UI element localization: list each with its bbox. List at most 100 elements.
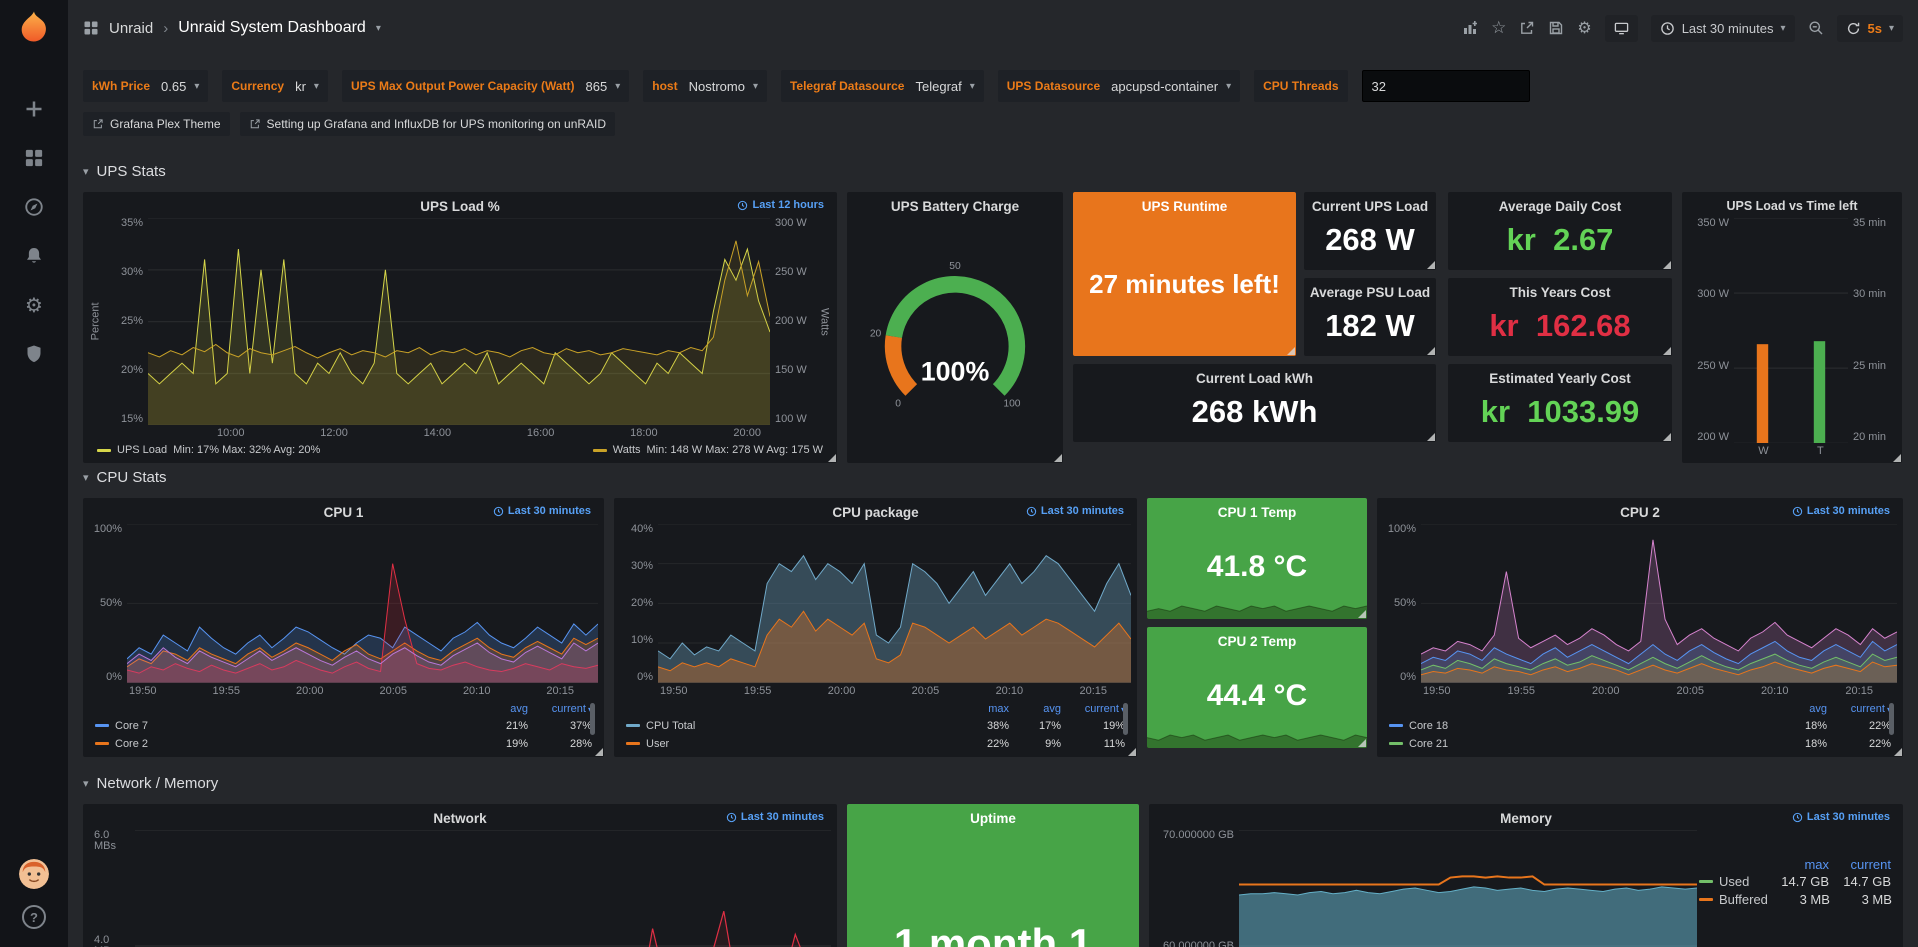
legend-series-toggle[interactable]: Core 2 <box>95 738 472 750</box>
legend-col-current[interactable]: current▾ <box>1061 703 1125 715</box>
time-range-picker[interactable]: Last 30 minutes ▾ <box>1651 15 1795 42</box>
panel-title[interactable]: Average Daily Cost <box>1448 199 1672 214</box>
link-ups-monitoring-guide[interactable]: Setting up Grafana and InfluxDB for UPS … <box>240 112 616 136</box>
chevron-down-icon: ▾ <box>615 81 620 92</box>
legend-series-toggle[interactable]: Buffered <box>1699 892 1768 907</box>
legend-series-toggle[interactable]: Core 7 <box>95 720 472 732</box>
panel-title[interactable]: Current UPS Load <box>1304 199 1436 214</box>
panel-uptime: Uptime 1 month 1 <box>847 804 1139 947</box>
cpu1-chart[interactable] <box>127 524 598 683</box>
panel-title[interactable]: UPS Load vs Time left <box>1726 199 1857 213</box>
panel-title[interactable]: UPS Load % <box>420 199 500 214</box>
chevron-down-icon: ▾ <box>753 81 758 92</box>
row-header-network-memory[interactable]: ▾ Network / Memory <box>83 770 1903 796</box>
legend-col-max[interactable]: max <box>1767 857 1829 872</box>
y-axis-title-right: Watts <box>818 218 831 425</box>
legend-scrollbar[interactable] <box>1889 703 1894 735</box>
legend-row: Core 18 18% 22% <box>1389 717 1891 735</box>
legend-item[interactable]: Watts Min: 148 W Max: 278 W Avg: 175 W <box>593 444 823 456</box>
tv-kiosk-button[interactable] <box>1605 15 1638 42</box>
variable-value-dropdown[interactable]: Telegraf▾ <box>913 79 983 94</box>
legend-item[interactable]: UPS Load Min: 17% Max: 32% Avg: 20% <box>97 444 320 456</box>
link-grafana-plex-theme[interactable]: Grafana Plex Theme <box>83 112 230 136</box>
stat-value: 182 W <box>1304 300 1436 356</box>
chevron-down-icon: ▾ <box>83 777 89 790</box>
legend-table: max current Used 14.7 GB 14.7 GB Buffere… <box>1697 830 1897 947</box>
series-color-dash <box>626 724 640 727</box>
panel-title[interactable]: CPU 2 Temp <box>1147 634 1367 649</box>
panel-title[interactable]: This Years Cost <box>1448 285 1672 300</box>
explore-compass-icon[interactable] <box>23 196 45 218</box>
panel-title[interactable]: CPU 2 <box>1620 505 1660 520</box>
avatar[interactable] <box>19 859 49 889</box>
legend-col-current[interactable]: current▾ <box>1827 703 1891 715</box>
panel-title[interactable]: Network <box>433 811 486 826</box>
panel-title[interactable]: CPU 1 <box>324 505 364 520</box>
help-icon[interactable]: ? <box>22 905 46 929</box>
alerting-bell-icon[interactable] <box>23 245 45 267</box>
create-plus-icon[interactable] <box>23 98 45 120</box>
row-header-cpu-stats[interactable]: ▾ CPU Stats <box>83 464 1903 490</box>
zoom-out-icon[interactable] <box>1808 20 1824 36</box>
variable-value-dropdown[interactable]: apcupsd-container▾ <box>1109 79 1240 94</box>
panel-title[interactable]: UPS Runtime <box>1073 199 1296 214</box>
network-chart[interactable] <box>135 830 831 947</box>
legend-col-avg[interactable]: avg <box>472 703 528 715</box>
ups-load-chart[interactable] <box>148 218 770 425</box>
admin-shield-icon[interactable] <box>23 343 45 365</box>
legend-col-max[interactable]: max <box>957 703 1009 715</box>
panel-title[interactable]: Estimated Yearly Cost <box>1448 371 1672 386</box>
memory-chart[interactable] <box>1239 830 1697 947</box>
legend-series-toggle[interactable]: Core 21 <box>1389 738 1771 750</box>
panel-title[interactable]: CPU 1 Temp <box>1147 505 1367 520</box>
panel-cpu-1: CPU 1 Last 30 minutes 0%50%100% 19:5019:… <box>83 498 604 757</box>
panel-title[interactable]: Average PSU Load <box>1304 285 1436 300</box>
main-content: Unraid › Unraid System Dashboard ▾ ☆ ⚙ L… <box>68 0 1918 947</box>
panel-title[interactable]: CPU package <box>832 505 918 520</box>
svg-text:50: 50 <box>949 261 961 272</box>
cpu2-temp-sparkline <box>1147 722 1367 748</box>
breadcrumb-folder[interactable]: Unraid <box>109 20 153 37</box>
add-panel-icon[interactable] <box>1462 20 1478 36</box>
variable-value-dropdown[interactable]: 865▾ <box>584 79 630 94</box>
legend-scrollbar[interactable] <box>590 703 595 735</box>
save-icon[interactable] <box>1548 20 1564 36</box>
panel-title[interactable]: Uptime <box>847 811 1139 826</box>
legend-row: CPU Total 38% 17% 19% <box>626 717 1125 735</box>
legend-row: Used 14.7 GB 14.7 GB <box>1699 872 1891 890</box>
cpu2-chart[interactable] <box>1421 524 1897 683</box>
legend-col-avg[interactable]: avg <box>1771 703 1827 715</box>
legend-col-avg[interactable]: avg <box>1009 703 1061 715</box>
configuration-gear-icon[interactable]: ⚙ <box>23 294 45 316</box>
grafana-logo[interactable] <box>16 10 52 46</box>
cpu1-temp-sparkline <box>1147 593 1367 619</box>
cpu-package-chart[interactable] <box>658 524 1131 683</box>
panel-title[interactable]: Memory <box>1500 811 1552 826</box>
panel-cpu-package: CPU package Last 30 minutes 0%10%20%30%4… <box>614 498 1137 757</box>
legend-series-toggle[interactable]: Used <box>1699 874 1767 889</box>
refresh-button[interactable]: 5s ▾ <box>1837 15 1904 42</box>
navbar-actions: ☆ ⚙ Last 30 minutes ▾ 5s ▾ <box>1462 15 1903 42</box>
cpu-threads-input[interactable] <box>1362 70 1530 102</box>
share-icon[interactable] <box>1519 20 1535 36</box>
legend-series-toggle[interactable]: Core 18 <box>1389 720 1771 732</box>
ups-vs-bars-chart[interactable] <box>1734 218 1848 443</box>
legend-series-toggle[interactable]: CPU Total <box>626 720 957 732</box>
dashboards-icon[interactable] <box>23 147 45 169</box>
ups-stat-cluster-left: Current UPS Load 268 W UPS Runtime 27 mi… <box>1073 192 1438 463</box>
legend-series-toggle[interactable]: User <box>626 738 957 750</box>
panel-title[interactable]: UPS Battery Charge <box>891 199 1019 214</box>
variable-value-dropdown[interactable]: kr▾ <box>293 79 328 94</box>
settings-gear-icon[interactable]: ⚙ <box>1577 20 1591 36</box>
row-header-ups-stats[interactable]: ▾ UPS Stats <box>83 158 1903 184</box>
dashboard-dropdown-caret-icon[interactable]: ▾ <box>376 23 381 34</box>
breadcrumb-dashboard-title[interactable]: Unraid System Dashboard <box>178 19 366 37</box>
legend-col-current[interactable]: current <box>1829 857 1891 872</box>
star-favorite-icon[interactable]: ☆ <box>1491 20 1506 37</box>
dashboard-grid-icon[interactable] <box>83 20 99 36</box>
variable-value-dropdown[interactable]: 0.65▾ <box>159 79 208 94</box>
panel-title[interactable]: Current Load kWh <box>1073 371 1436 386</box>
legend-scrollbar[interactable] <box>1123 703 1128 735</box>
variable-value-dropdown[interactable]: Nostromo▾ <box>687 79 767 94</box>
legend-col-current[interactable]: current▾ <box>528 703 592 715</box>
